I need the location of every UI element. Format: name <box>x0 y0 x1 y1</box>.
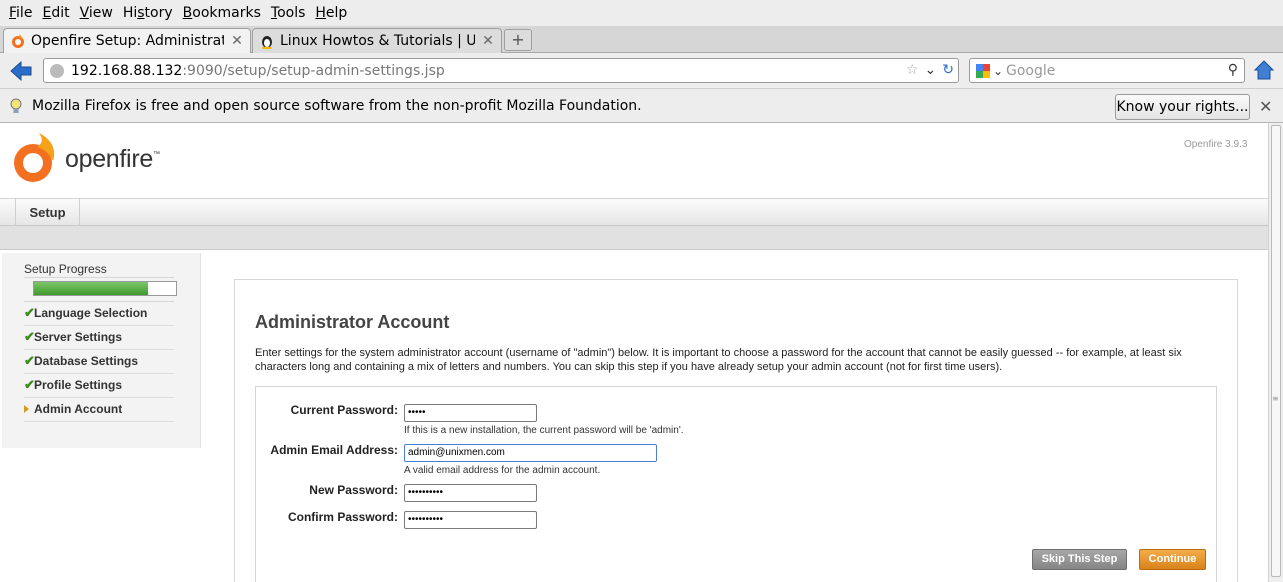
openfire-wordmark: openfire™ <box>65 145 160 173</box>
admin-email-label: Admin Email Address: <box>270 443 398 457</box>
page-content: openfire™ Openfire 3.9.3 Setup Setup Pro… <box>0 123 1268 582</box>
new-password-field[interactable]: •••••••••• <box>404 484 537 502</box>
admin-email-field[interactable]: admin@unixmen.com <box>404 444 657 462</box>
checkmark-icon: ✔ <box>24 353 35 368</box>
url-path: :9090/setup/setup-admin-settings.jsp <box>182 62 445 79</box>
menu-edit[interactable]: Edit <box>37 5 74 21</box>
know-your-rights-button[interactable]: Know your rights... <box>1115 94 1250 120</box>
tab-linux-howtos[interactable]: Linux Howtos & Tutorials | U... ✕ <box>252 28 502 53</box>
menu-history[interactable]: History <box>118 5 178 21</box>
page-title: Administrator Account <box>255 312 450 332</box>
tab-setup[interactable]: Setup <box>15 199 80 226</box>
divider <box>24 277 174 278</box>
scrollbar-grip-icon: ≡ <box>1272 394 1279 403</box>
reload-icon[interactable]: ↻ <box>942 62 954 78</box>
notification-message: Mozilla Firefox is free and open source … <box>32 98 642 114</box>
chevron-down-icon: ⌄ <box>993 63 1004 78</box>
home-icon[interactable] <box>1253 59 1275 81</box>
setup-progress-label: Setup Progress <box>24 262 107 276</box>
navigation-toolbar: 192.168.88.132:9090/setup/setup-admin-se… <box>0 54 1283 88</box>
new-tab-button[interactable]: + <box>504 29 532 51</box>
checkmark-icon: ✔ <box>24 377 35 392</box>
current-password-hint: If this is a new installation, the curre… <box>404 425 684 436</box>
progress-fill <box>34 282 148 295</box>
current-step-arrow-icon <box>24 405 29 413</box>
scrollbar-thumb[interactable] <box>1271 125 1281 577</box>
menu-bookmarks[interactable]: Bookmarks <box>178 5 266 21</box>
confirm-password-field[interactable]: •••••••••• <box>404 511 537 529</box>
dropdown-arrow-icon[interactable]: ⌄ <box>925 62 937 78</box>
search-engine-selector[interactable]: ⌄ <box>970 59 1006 82</box>
sidebar-step-profile: ✔ Profile Settings <box>24 374 174 398</box>
menu-view[interactable]: View <box>75 5 118 21</box>
tab-bar: Openfire Setup: Administrat... ✕ Linux H… <box>0 26 1283 53</box>
menu-bar: File Edit View History Bookmarks Tools H… <box>0 0 1283 26</box>
confirm-password-label: Confirm Password: <box>287 510 398 524</box>
sidebar-step-admin-account: Admin Account <box>24 398 174 422</box>
main-nav: Setup <box>0 198 1268 226</box>
tab-title: Openfire Setup: Administrat... <box>31 33 224 49</box>
new-password-label: New Password: <box>309 483 398 497</box>
binoculars-icon[interactable]: ⚲ <box>1228 62 1238 78</box>
notification-bar: Mozilla Firefox is free and open source … <box>0 88 1283 123</box>
version-label: Openfire 3.9.3 <box>1184 139 1248 150</box>
continue-button[interactable]: Continue <box>1139 549 1206 570</box>
setup-progress-sidebar: Setup Progress ✔ Language Selection ✔ Serv… <box>2 253 201 448</box>
current-password-label: Current Password: <box>290 403 398 417</box>
skip-step-button[interactable]: Skip This Step <box>1032 549 1127 570</box>
checkmark-icon: ✔ <box>24 329 35 344</box>
site-identity-icon[interactable] <box>50 63 64 78</box>
checkmark-icon: ✔ <box>24 305 35 320</box>
close-notification-icon[interactable]: ✕ <box>1259 97 1272 116</box>
sub-nav-bar <box>0 226 1268 250</box>
tux-favicon-icon <box>262 36 272 49</box>
search-input[interactable]: Google <box>1006 63 1055 79</box>
menu-tools[interactable]: Tools <box>266 5 311 21</box>
sidebar-step-language: ✔ Language Selection <box>24 302 174 326</box>
search-bar[interactable]: ⌄ Google ⚲ <box>969 58 1245 83</box>
menu-file[interactable]: File <box>4 5 37 21</box>
admin-form: Current Password: ••••• If this is a new… <box>255 386 1217 582</box>
menu-help[interactable]: Help <box>310 5 352 21</box>
back-arrow-icon[interactable] <box>8 59 34 83</box>
sidebar-step-database: ✔ Database Settings <box>24 350 174 374</box>
google-icon <box>976 63 990 78</box>
lightbulb-icon <box>10 98 22 113</box>
close-tab-icon[interactable]: ✕ <box>230 34 244 48</box>
url-bar[interactable]: 192.168.88.132:9090/setup/setup-admin-se… <box>43 58 959 83</box>
admin-email-hint: A valid email address for the admin acco… <box>404 465 601 476</box>
intro-text: Enter settings for the system administra… <box>255 347 1182 373</box>
openfire-logo-icon <box>14 133 55 182</box>
admin-account-panel: Administrator Account Enter settings for… <box>234 279 1238 582</box>
sidebar-step-server: ✔ Server Settings <box>24 326 174 350</box>
url-host: 192.168.88.132 <box>71 62 183 79</box>
current-password-field[interactable]: ••••• <box>404 404 537 422</box>
setup-progress-bar <box>33 281 177 296</box>
openfire-favicon-icon <box>12 34 24 48</box>
tab-title: Linux Howtos & Tutorials | U... <box>280 33 475 49</box>
bookmark-star-icon[interactable]: ☆ <box>906 62 919 78</box>
vertical-scrollbar[interactable]: ≡ <box>1268 123 1283 582</box>
tab-openfire-setup[interactable]: Openfire Setup: Administrat... ✕ <box>3 28 251 53</box>
close-tab-icon[interactable]: ✕ <box>481 34 495 48</box>
